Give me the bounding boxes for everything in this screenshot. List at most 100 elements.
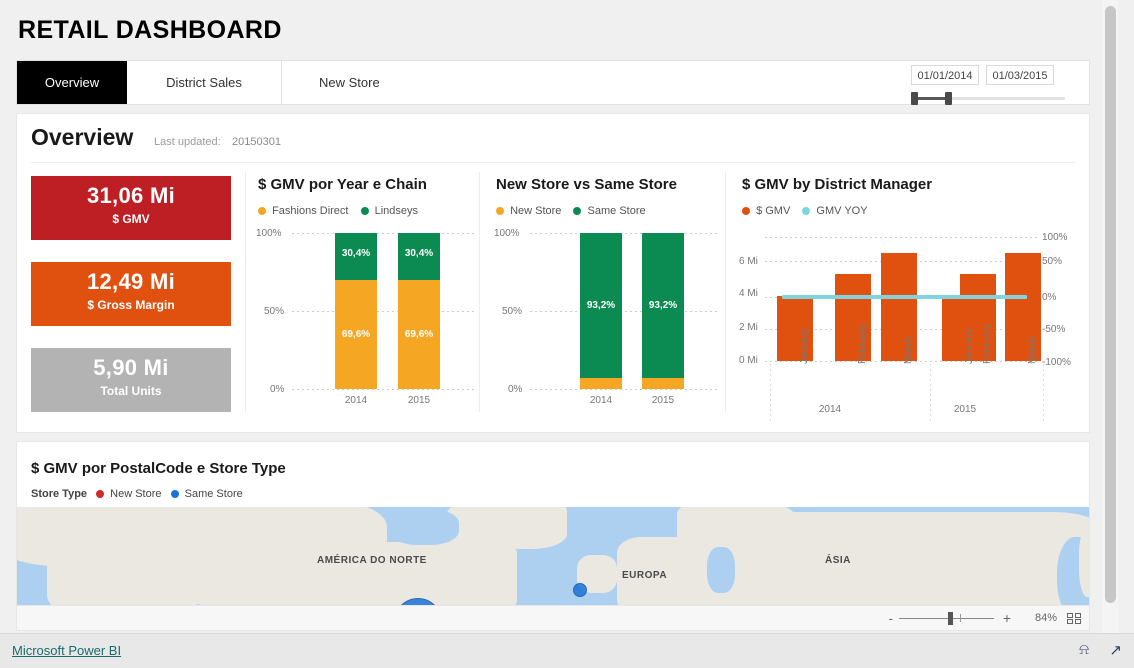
y-tick-50: 50% xyxy=(264,306,285,317)
zoom-bar[interactable]: - + 84% xyxy=(16,605,1090,631)
y-tick-100: 100% xyxy=(494,228,520,239)
footer-bar: Microsoft Power BI ⍾ ↗ xyxy=(0,633,1134,668)
legend-item-lindseys[interactable]: Lindseys xyxy=(360,205,419,217)
bar-new-store-2014[interactable] xyxy=(580,378,622,389)
bar-label: 69,6% xyxy=(404,329,434,340)
sea-hudson-bay xyxy=(389,509,459,545)
legend-dot-icon xyxy=(360,207,369,215)
kpi-card-gross-margin[interactable]: 12,49 Mi $ Gross Margin xyxy=(31,262,231,326)
overview-panel: Overview Last updated: 20150301 31,06 Mi… xyxy=(16,113,1090,433)
zoom-slider-thumb[interactable] xyxy=(948,612,953,625)
x-tick: 2014 xyxy=(344,395,368,406)
x-group-label-2014: 2014 xyxy=(818,404,842,415)
date-end-input[interactable]: 01/03/2015 xyxy=(986,65,1054,85)
kpi-card-total-units[interactable]: 5,90 Mi Total Units xyxy=(31,348,231,412)
gridline xyxy=(530,311,720,312)
tab-new-store[interactable]: New Store xyxy=(282,61,457,104)
vertical-scrollbar[interactable] xyxy=(1102,0,1118,633)
zoom-out-button[interactable]: - xyxy=(889,611,893,626)
share-icon[interactable]: ⍾ xyxy=(1079,641,1089,658)
y-tick-2mi: 2 Mi xyxy=(739,322,758,333)
y-tick-0: 0% xyxy=(270,384,285,395)
y-tick-0: 0% xyxy=(508,384,523,395)
overview-divider xyxy=(31,162,1075,163)
page-title: RETAIL DASHBOARD xyxy=(18,16,282,44)
kpi-value: 12,49 Mi xyxy=(86,269,175,294)
map-region-label-asia: ÁSIA xyxy=(825,555,851,566)
fit-to-screen-icon[interactable] xyxy=(1067,613,1081,624)
landmass-alaska xyxy=(47,527,197,615)
last-updated-label: Last updated: xyxy=(154,136,221,148)
legend-dot-icon xyxy=(96,490,105,498)
date-range-slider[interactable] xyxy=(911,92,1069,105)
legend-item-gmv[interactable]: $ GMV xyxy=(742,205,790,217)
legend-item-new-store[interactable]: New Store xyxy=(496,205,561,217)
bar-label: 30,4% xyxy=(341,248,371,259)
slider-handle-right[interactable] xyxy=(945,92,952,105)
tab-district-sales[interactable]: District Sales xyxy=(127,61,282,104)
legend-item-same-store[interactable]: Same Store xyxy=(573,205,646,217)
y-tick-50: 50% xyxy=(502,306,523,317)
dashboard-page: RETAIL DASHBOARD Overview District Sales… xyxy=(0,0,1118,667)
legend-item-same-store[interactable]: Same Store xyxy=(170,488,243,500)
kpi-card-gmv[interactable]: 31,06 Mi $ GMV xyxy=(31,176,231,240)
kpi-value: 31,06 Mi xyxy=(86,183,175,208)
landmass-asia xyxy=(717,512,1089,615)
map-legend-title: Store Type xyxy=(31,488,88,500)
zoom-in-button[interactable]: + xyxy=(1003,610,1011,626)
x-tick-month: March xyxy=(903,336,914,364)
y2-tick-neg50: -50% xyxy=(1042,324,1066,335)
legend-item-fashions-direct[interactable]: Fashions Direct xyxy=(258,205,348,217)
x-tick-month: January xyxy=(799,328,810,364)
legend-label: $ GMV xyxy=(756,205,791,217)
expand-icon[interactable]: ↗ xyxy=(1109,641,1122,659)
gridline xyxy=(765,237,1037,238)
scrollbar-thumb[interactable] xyxy=(1105,6,1116,603)
panel-divider-1 xyxy=(245,172,246,412)
category-separator xyxy=(1043,364,1044,424)
y-tick-6mi: 6 Mi xyxy=(739,256,758,267)
x-tick-month: January xyxy=(964,328,975,364)
chart-legend[interactable]: New Store Same Store xyxy=(496,205,655,217)
legend-label: Lindseys xyxy=(374,205,419,217)
microsoft-power-bi-link[interactable]: Microsoft Power BI xyxy=(12,643,121,658)
tab-overview[interactable]: Overview xyxy=(17,61,127,104)
legend-item-new-store[interactable]: New Store xyxy=(96,488,164,500)
x-tick-month: March xyxy=(1027,336,1038,364)
chart-title: $ GMV by District Manager xyxy=(742,176,933,193)
map-region-label-europa: EUROPA xyxy=(622,570,668,581)
date-range-slicer[interactable]: 01/01/2014 01/03/2015 xyxy=(911,65,1069,105)
slider-handle-left[interactable] xyxy=(911,92,918,105)
zoom-percent-label: 84% xyxy=(1034,612,1057,624)
bar-label: 30,4% xyxy=(404,248,434,259)
landmass-kamchatka xyxy=(1079,527,1089,597)
legend-dot-icon xyxy=(170,490,179,498)
sea-baltic xyxy=(707,547,735,593)
date-start-input[interactable]: 01/01/2014 xyxy=(911,65,979,85)
line-gmv-yoy[interactable] xyxy=(782,295,1027,299)
kpi-label: Total Units xyxy=(100,384,162,398)
gridline xyxy=(292,233,477,234)
map-canvas[interactable]: AMÉRICA DO NORTE EUROPA ÁSIA xyxy=(17,507,1089,615)
kpi-label: $ GMV xyxy=(112,212,150,226)
category-separator xyxy=(930,364,931,424)
kpi-value: 5,90 Mi xyxy=(93,355,169,380)
panel-divider-3 xyxy=(725,172,726,412)
chart-legend[interactable]: $ GMV GMV YOY xyxy=(742,205,877,217)
panel-divider-2 xyxy=(479,172,480,412)
legend-dot-icon xyxy=(573,207,582,215)
bar-new-store-2015[interactable] xyxy=(642,378,684,389)
zoom-slider-track[interactable] xyxy=(899,618,994,619)
legend-label: Same Store xyxy=(184,488,243,500)
x-tick-month: February xyxy=(982,323,993,364)
zoom-slider-tick xyxy=(960,614,961,622)
map-legend[interactable]: Store Type New Store Same Store xyxy=(31,488,243,500)
legend-item-gmv-yoy[interactable]: GMV YOY xyxy=(802,205,868,217)
x-tick: 2015 xyxy=(651,395,675,406)
y-tick-100: 100% xyxy=(256,228,282,239)
map-bubble-small[interactable] xyxy=(573,583,587,597)
x-tick: 2014 xyxy=(589,395,613,406)
legend-label: Same Store xyxy=(587,205,646,217)
landmass-greenland xyxy=(447,507,567,549)
chart-legend[interactable]: Fashions Direct Lindseys xyxy=(258,205,427,217)
